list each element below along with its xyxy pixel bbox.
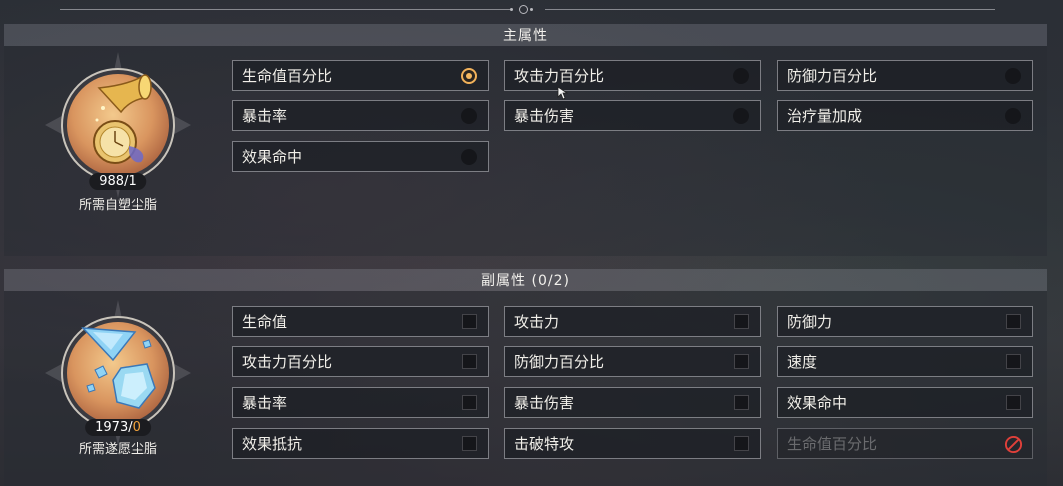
main-stat-resource: 988/1 所需自塑尘脂 <box>28 50 208 213</box>
sub-option-atk[interactable]: 攻击力 <box>504 306 761 337</box>
radio-icon[interactable] <box>461 108 477 124</box>
main-stat-header: 主属性 <box>4 24 1047 46</box>
option-label: 生命值 <box>242 313 288 331</box>
sub-option-speed[interactable]: 速度 <box>777 346 1033 377</box>
checkbox-icon[interactable] <box>1006 354 1021 369</box>
option-label: 速度 <box>787 353 818 371</box>
checkbox-icon[interactable] <box>734 395 749 410</box>
option-label: 效果抵抗 <box>242 435 303 453</box>
sub-option-atk-percent[interactable]: 攻击力百分比 <box>232 346 489 377</box>
main-resource-count: 988/1 <box>89 173 147 190</box>
radio-icon[interactable] <box>733 108 749 124</box>
sub-option-crit-dmg[interactable]: 暴击伤害 <box>504 387 761 418</box>
option-label: 击破特攻 <box>514 435 575 453</box>
sub-option-crit-rate[interactable]: 暴击率 <box>232 387 489 418</box>
checkbox-icon[interactable] <box>462 354 477 369</box>
ornament-knot <box>519 5 528 14</box>
radio-icon[interactable] <box>1005 108 1021 124</box>
option-label: 防御力 <box>787 313 833 331</box>
option-label: 暴击率 <box>242 107 288 125</box>
sub-resource-count-zero: 0 <box>132 420 141 435</box>
option-label: 治疗量加成 <box>787 107 863 125</box>
main-option-hp-percent[interactable]: 生命值百分比 <box>232 60 489 91</box>
forbidden-icon <box>1004 435 1023 454</box>
sub-stat-resource: 1973/0 所需遂愿尘脂 <box>28 298 208 457</box>
mouse-cursor-icon <box>557 86 569 100</box>
checkbox-icon[interactable] <box>462 395 477 410</box>
main-resource-count-text: 988/1 <box>99 174 137 189</box>
option-label: 防御力百分比 <box>514 353 605 371</box>
checkbox-icon[interactable] <box>734 354 749 369</box>
sub-stat-header: 副属性 (0/2) <box>4 269 1047 291</box>
sub-option-hp[interactable]: 生命值 <box>232 306 489 337</box>
checkbox-icon[interactable] <box>734 436 749 451</box>
ornament-line-right <box>545 9 995 10</box>
ornament-dot <box>510 8 513 11</box>
ornament-line-left <box>60 9 510 10</box>
sub-resource-count: 1973/0 <box>85 419 151 436</box>
radio-icon[interactable] <box>733 68 749 84</box>
main-option-atk-percent[interactable]: 攻击力百分比 <box>504 60 761 91</box>
checkbox-icon[interactable] <box>462 314 477 329</box>
checkbox-icon[interactable] <box>734 314 749 329</box>
sub-option-effect-hit[interactable]: 效果命中 <box>777 387 1033 418</box>
sub-option-break-effect[interactable]: 击破特攻 <box>504 428 761 459</box>
main-option-crit-dmg[interactable]: 暴击伤害 <box>504 100 761 131</box>
option-label: 暴击率 <box>242 394 288 412</box>
option-label: 攻击力百分比 <box>242 353 333 371</box>
ornament-dot <box>530 8 533 11</box>
main-stat-title: 主属性 <box>503 28 548 44</box>
option-label: 生命值百分比 <box>787 435 878 453</box>
option-label: 防御力百分比 <box>787 67 878 85</box>
main-option-def-percent[interactable]: 防御力百分比 <box>777 60 1033 91</box>
option-label: 暴击伤害 <box>514 394 575 412</box>
sub-option-def[interactable]: 防御力 <box>777 306 1033 337</box>
main-option-healing-boost[interactable]: 治疗量加成 <box>777 100 1033 131</box>
radio-icon[interactable] <box>461 149 477 165</box>
option-label: 效果命中 <box>242 148 303 166</box>
option-label: 效果命中 <box>787 394 848 412</box>
radio-icon[interactable] <box>1005 68 1021 84</box>
main-option-effect-hit[interactable]: 效果命中 <box>232 141 489 172</box>
option-label: 暴击伤害 <box>514 107 575 125</box>
sub-option-def-percent[interactable]: 防御力百分比 <box>504 346 761 377</box>
radio-selected-icon[interactable] <box>461 68 477 84</box>
checkbox-icon[interactable] <box>1006 395 1021 410</box>
checkbox-icon[interactable] <box>1006 314 1021 329</box>
top-ornament <box>0 0 1063 18</box>
option-label: 攻击力百分比 <box>514 67 605 85</box>
main-option-crit-rate[interactable]: 暴击率 <box>232 100 489 131</box>
sub-option-hp-percent-disabled: 生命值百分比 <box>777 428 1033 459</box>
sub-stat-title: 副属性 (0/2) <box>481 273 570 289</box>
option-label: 生命值百分比 <box>242 67 333 85</box>
checkbox-icon[interactable] <box>462 436 477 451</box>
sub-resource-count-text: 1973/ <box>95 420 133 435</box>
sub-option-effect-res[interactable]: 效果抵抗 <box>232 428 489 459</box>
option-label: 攻击力 <box>514 313 560 331</box>
